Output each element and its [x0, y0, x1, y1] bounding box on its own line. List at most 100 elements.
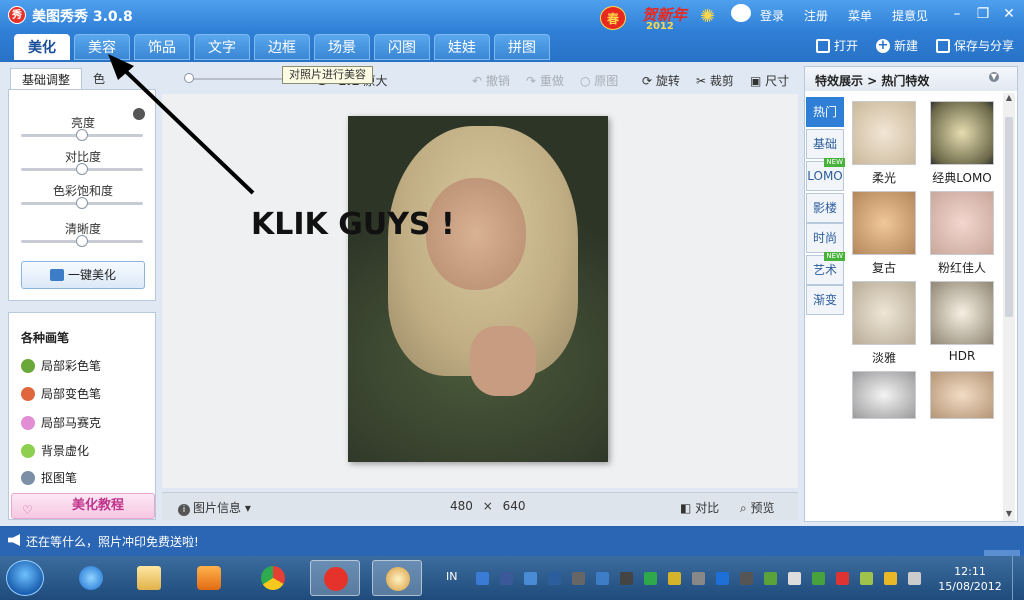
tab-collage[interactable]: 拼图: [494, 34, 550, 60]
effect-thumb-warm[interactable]: [930, 371, 994, 419]
zoom-thumb[interactable]: [184, 73, 194, 83]
media-task-icon[interactable]: [184, 560, 234, 596]
crop-button[interactable]: ✂ 裁剪: [696, 72, 734, 89]
promo-message[interactable]: 还在等什么，照片冲印免费送啦!: [26, 533, 199, 550]
register-link[interactable]: 注册: [804, 7, 828, 24]
green-triangle-icon[interactable]: [644, 572, 657, 585]
scroll-up-icon[interactable]: ▲: [1003, 93, 1015, 105]
category-art[interactable]: 艺术 NEW: [806, 252, 845, 285]
rotate-button[interactable]: ⟳ 旋转: [642, 72, 680, 89]
effect-thumb-soft-light[interactable]: [852, 101, 916, 165]
one-key-beautify-button[interactable]: 一键美化: [21, 261, 145, 289]
category-lomo[interactable]: LOMO NEW: [806, 158, 845, 191]
contrast-thumb[interactable]: [76, 163, 88, 175]
tab-beauty[interactable]: 美容: [74, 34, 130, 60]
tutorial-button[interactable]: ♡ 美化教程: [11, 493, 155, 519]
effects-scrollbar[interactable]: ▲ ▼: [1003, 93, 1015, 521]
monitor-icon[interactable]: [620, 572, 633, 585]
brush-item-color[interactable]: 局部彩色笔: [21, 357, 101, 374]
mascot-icon[interactable]: [731, 4, 751, 22]
scroll-thumb[interactable]: [1005, 117, 1013, 317]
category-basic[interactable]: 基础: [806, 129, 844, 159]
sharpness-slider[interactable]: [21, 235, 143, 247]
ie-task-icon[interactable]: [66, 560, 116, 596]
sharpness-thumb[interactable]: [76, 235, 88, 247]
effect-thumb-retro[interactable]: [852, 191, 916, 255]
shield-icon[interactable]: [476, 572, 489, 585]
login-link[interactable]: 登录: [760, 7, 784, 24]
brush-item-recolor[interactable]: 局部变色笔: [21, 385, 101, 402]
saturation-slider[interactable]: [21, 197, 143, 209]
input-language[interactable]: IN: [446, 570, 457, 583]
effect-thumb-elegant[interactable]: [852, 281, 916, 345]
feedback-link[interactable]: 提意见: [892, 7, 928, 24]
tab-frame[interactable]: 边框: [254, 34, 310, 60]
category-studio[interactable]: 影楼: [806, 193, 844, 223]
original-button[interactable]: ○ 原图: [580, 72, 618, 89]
chevron-down-icon[interactable]: ▼: [989, 72, 999, 82]
maximize-icon[interactable]: ❐: [972, 4, 994, 24]
flag-icon[interactable]: [788, 572, 801, 585]
chrome-task-icon[interactable]: [248, 560, 298, 596]
category-hot[interactable]: 热门: [806, 97, 844, 127]
facebook-icon[interactable]: [500, 572, 513, 585]
brightness-slider[interactable]: [21, 129, 143, 141]
redo-button[interactable]: ↷ 重做: [526, 72, 564, 89]
volume-icon[interactable]: [908, 572, 921, 585]
minimize-icon[interactable]: –: [946, 4, 968, 24]
photo[interactable]: [348, 116, 608, 462]
wand-icon: [49, 269, 64, 281]
tab-doll[interactable]: 娃娃: [434, 34, 490, 60]
explorer-task-icon[interactable]: [124, 560, 174, 596]
contrast-slider[interactable]: [21, 163, 143, 175]
meitu-task-icon[interactable]: [310, 560, 360, 596]
brush-item-mosaic[interactable]: 局部马赛克: [21, 414, 101, 431]
antivirus-icon[interactable]: [812, 572, 825, 585]
security-icon[interactable]: [764, 572, 777, 585]
clock[interactable]: 12:11 15/08/2012: [930, 564, 1010, 594]
display-icon[interactable]: [596, 572, 609, 585]
new-button[interactable]: + 新建: [875, 37, 918, 54]
tab-color-adjust[interactable]: 色: [88, 68, 110, 90]
update-icon[interactable]: [524, 572, 537, 585]
effect-thumb-hdr[interactable]: [930, 281, 994, 345]
close-icon[interactable]: ✕: [998, 4, 1020, 24]
effect-thumb-bw[interactable]: [852, 371, 916, 419]
resize-button[interactable]: ▣ 尺寸: [750, 72, 789, 89]
bluetooth-icon[interactable]: [716, 572, 729, 585]
utility-icon[interactable]: [668, 572, 681, 585]
brush-item-cutout[interactable]: 抠图笔: [21, 469, 77, 486]
tab-flash[interactable]: 闪图: [374, 34, 430, 60]
tab-beautify[interactable]: 美化: [14, 34, 70, 60]
open-button[interactable]: 打开: [815, 37, 858, 54]
menu-link[interactable]: 菜单: [848, 7, 872, 24]
saturation-thumb[interactable]: [76, 197, 88, 209]
brush-item-blur[interactable]: 背景虚化: [21, 442, 89, 459]
effect-thumb-pink[interactable]: [930, 191, 994, 255]
usb-icon[interactable]: [692, 572, 705, 585]
tab-accessories[interactable]: 饰品: [134, 34, 190, 60]
network-tool-icon[interactable]: [572, 572, 585, 585]
image-info-button[interactable]: i 图片信息 ▾: [178, 499, 251, 516]
category-fashion[interactable]: 时尚: [806, 223, 844, 253]
compare-button[interactable]: ◧ 对比: [680, 499, 719, 516]
windows-flag-icon[interactable]: [836, 572, 849, 585]
warning-icon[interactable]: [884, 572, 897, 585]
show-desktop-button[interactable]: [1012, 556, 1024, 600]
save-share-button[interactable]: 保存与分享: [935, 37, 1014, 54]
tab-basic-adjust[interactable]: 基础调整: [10, 68, 82, 90]
brightness-thumb[interactable]: [76, 129, 88, 141]
preview-button[interactable]: ⌕ 预览: [740, 499, 775, 516]
tab-scene[interactable]: 场景: [314, 34, 370, 60]
signal-icon[interactable]: [860, 572, 873, 585]
app-tray-icon[interactable]: [548, 572, 561, 585]
effect-thumb-classic-lomo[interactable]: [930, 101, 994, 165]
tab-text[interactable]: 文字: [194, 34, 250, 60]
image-canvas[interactable]: [162, 94, 798, 488]
scroll-down-icon[interactable]: ▼: [1003, 509, 1015, 521]
computer-icon[interactable]: [740, 572, 753, 585]
start-button-icon[interactable]: [6, 560, 44, 596]
undo-button[interactable]: ↶ 撤销: [472, 72, 510, 89]
category-gradient[interactable]: 渐变: [806, 285, 844, 315]
paint-task-icon[interactable]: [372, 560, 422, 596]
